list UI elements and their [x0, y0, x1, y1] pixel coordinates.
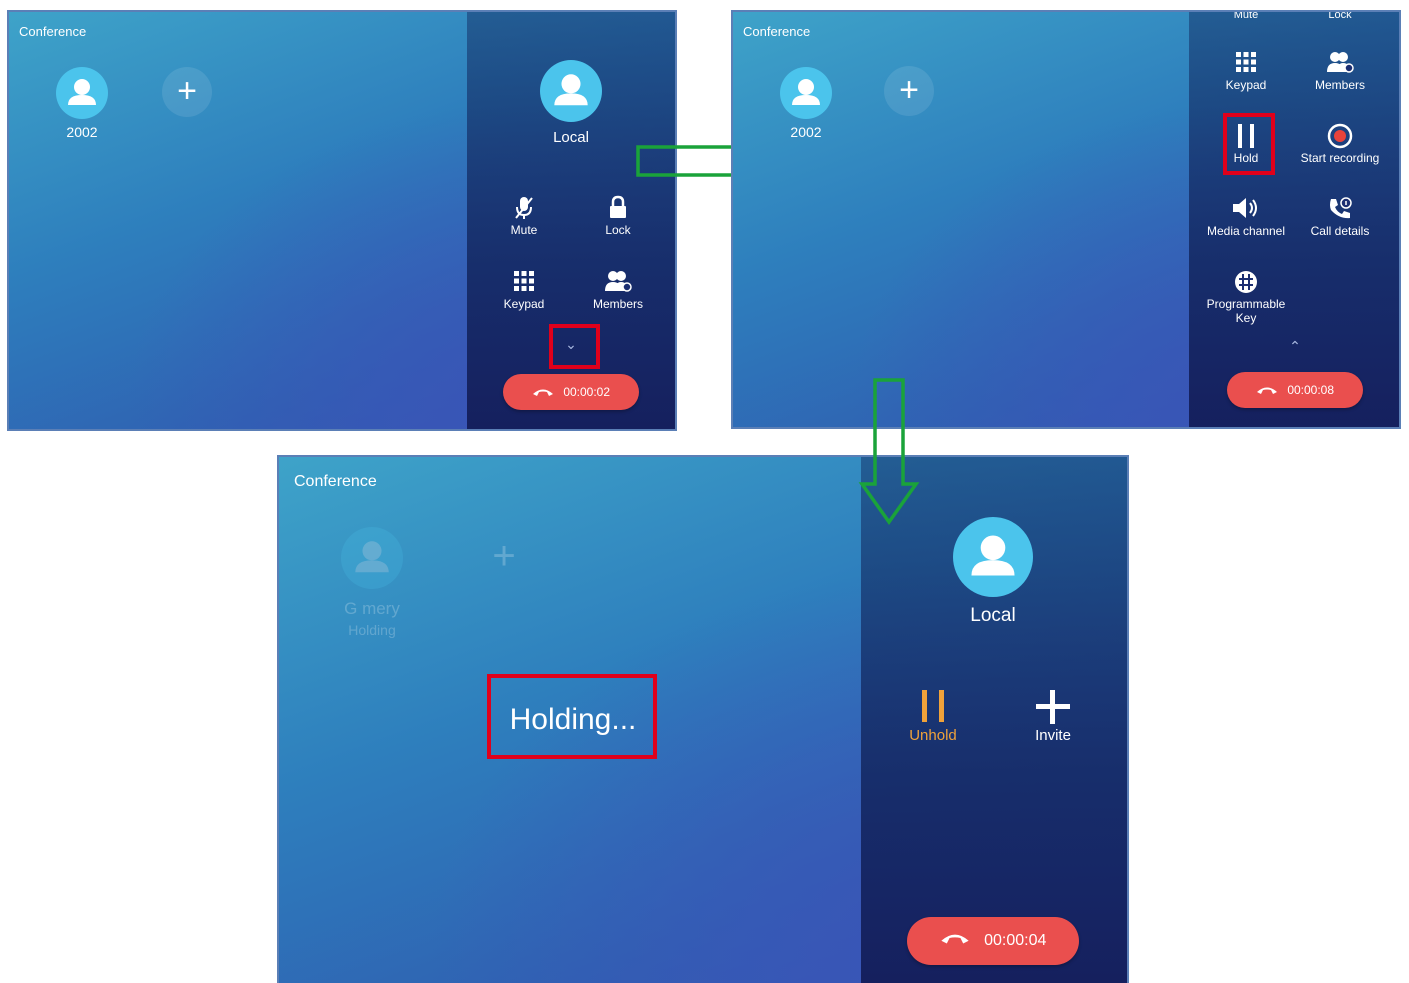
call-details-icon	[1295, 196, 1385, 224]
participant-label: 2002	[66, 124, 98, 140]
local-label: Local	[553, 129, 589, 146]
grid-circle-icon	[1201, 269, 1291, 297]
end-call-button[interactable]: 00:00:02	[503, 374, 639, 410]
mute-button[interactable]: Mute	[479, 195, 569, 237]
highlight-expand	[549, 324, 600, 369]
start-recording-label: Start recording	[1300, 151, 1380, 165]
call-timer: 00:00:08	[1287, 383, 1335, 397]
highlight-hold	[1223, 113, 1275, 175]
highlight-holding	[487, 674, 657, 759]
members-label: Members	[592, 297, 643, 311]
keypad-icon	[479, 269, 569, 297]
local-avatar	[953, 517, 1033, 597]
end-call-button[interactable]: 00:00:08	[1227, 372, 1363, 408]
flow-arrow-down	[858, 378, 920, 526]
start-recording-button[interactable]: Start recording	[1295, 123, 1385, 165]
plus-icon: +	[177, 72, 197, 110]
pause-icon	[888, 689, 978, 727]
mute-label[interactable]: Mute	[1201, 12, 1291, 21]
plus-icon	[1008, 689, 1098, 727]
keypad-icon	[1201, 50, 1291, 78]
lock-icon	[573, 195, 663, 223]
mic-off-icon	[479, 195, 569, 223]
call-timer: 00:00:04	[984, 932, 1047, 950]
local-avatar	[540, 60, 602, 122]
unhold-button[interactable]: Unhold	[888, 689, 978, 744]
conference-screen-expanded: Conference 2002 + Mute Lock Keypad Membe…	[731, 10, 1401, 429]
phone-hangup-icon	[940, 917, 970, 965]
keypad-button[interactable]: Keypad	[479, 269, 569, 311]
lock-label[interactable]: Lock	[1295, 12, 1385, 21]
phone-hangup-icon	[532, 375, 554, 411]
members-button[interactable]: Members	[1295, 50, 1385, 92]
conference-screen-holding: Conference G mery Holding + Holding... L…	[277, 455, 1129, 983]
control-panel: Mute Lock Keypad Members Hold Start reco…	[1189, 12, 1399, 427]
lock-label: Lock	[605, 223, 631, 237]
screen-title: Conference	[19, 24, 87, 39]
person-icon	[792, 79, 820, 105]
person-icon	[68, 79, 96, 105]
invite-button[interactable]: Invite	[1008, 689, 1098, 744]
local-label: Local	[970, 605, 1016, 626]
keypad-button[interactable]: Keypad	[1201, 50, 1291, 92]
chevron-up-icon[interactable]: ⌃	[1285, 338, 1305, 355]
participant-avatar[interactable]	[780, 67, 832, 119]
media-channel-label: Media channel	[1206, 224, 1286, 238]
mute-label: Mute	[510, 223, 538, 237]
call-details-label: Call details	[1310, 224, 1370, 238]
unhold-label: Unhold	[909, 727, 957, 744]
participant-status: Holding	[348, 622, 396, 638]
end-call-button[interactable]: 00:00:04	[907, 917, 1079, 965]
add-participant-button[interactable]: +	[884, 66, 934, 116]
programmable-key-label-line2: Key	[1235, 311, 1257, 325]
control-panel: Local Mute Lock Keypad Members ⌄ 00:00:0…	[467, 12, 675, 429]
call-timer: 00:00:02	[563, 385, 611, 399]
screen-title: Conference	[294, 473, 377, 490]
lock-button[interactable]: Lock	[573, 195, 663, 237]
screen-title: Conference	[743, 24, 811, 39]
participant-avatar[interactable]	[56, 67, 108, 119]
media-channel-button[interactable]: Media channel	[1201, 196, 1291, 238]
members-icon	[1295, 50, 1385, 78]
speaker-icon	[1201, 196, 1291, 224]
members-button[interactable]: Members	[573, 269, 663, 311]
person-icon	[355, 541, 389, 573]
members-icon	[573, 269, 663, 297]
invite-label: Invite	[1035, 727, 1071, 744]
plus-icon[interactable]: +	[479, 531, 529, 581]
control-panel: Local Unhold Invite 00:00:04	[861, 457, 1127, 983]
record-icon	[1295, 123, 1385, 151]
members-label: Members	[1314, 78, 1365, 92]
keypad-label: Keypad	[503, 297, 545, 311]
programmable-key-label-line1: Programmable	[1206, 297, 1286, 311]
person-icon	[554, 74, 588, 106]
phone-hangup-icon	[1256, 373, 1278, 409]
call-details-button[interactable]: Call details	[1295, 196, 1385, 238]
person-icon	[971, 535, 1015, 576]
programmable-key-button[interactable]: Programmable Key	[1201, 269, 1291, 325]
add-participant-button[interactable]: +	[162, 67, 212, 117]
participant-label: G mery	[344, 599, 400, 618]
participant-avatar[interactable]	[341, 527, 403, 589]
conference-screen-initial: Conference 2002 + Local Mute Lock Keypad…	[7, 10, 677, 431]
keypad-label: Keypad	[1225, 78, 1267, 92]
plus-icon: +	[899, 71, 919, 109]
participant-label: 2002	[790, 124, 822, 140]
